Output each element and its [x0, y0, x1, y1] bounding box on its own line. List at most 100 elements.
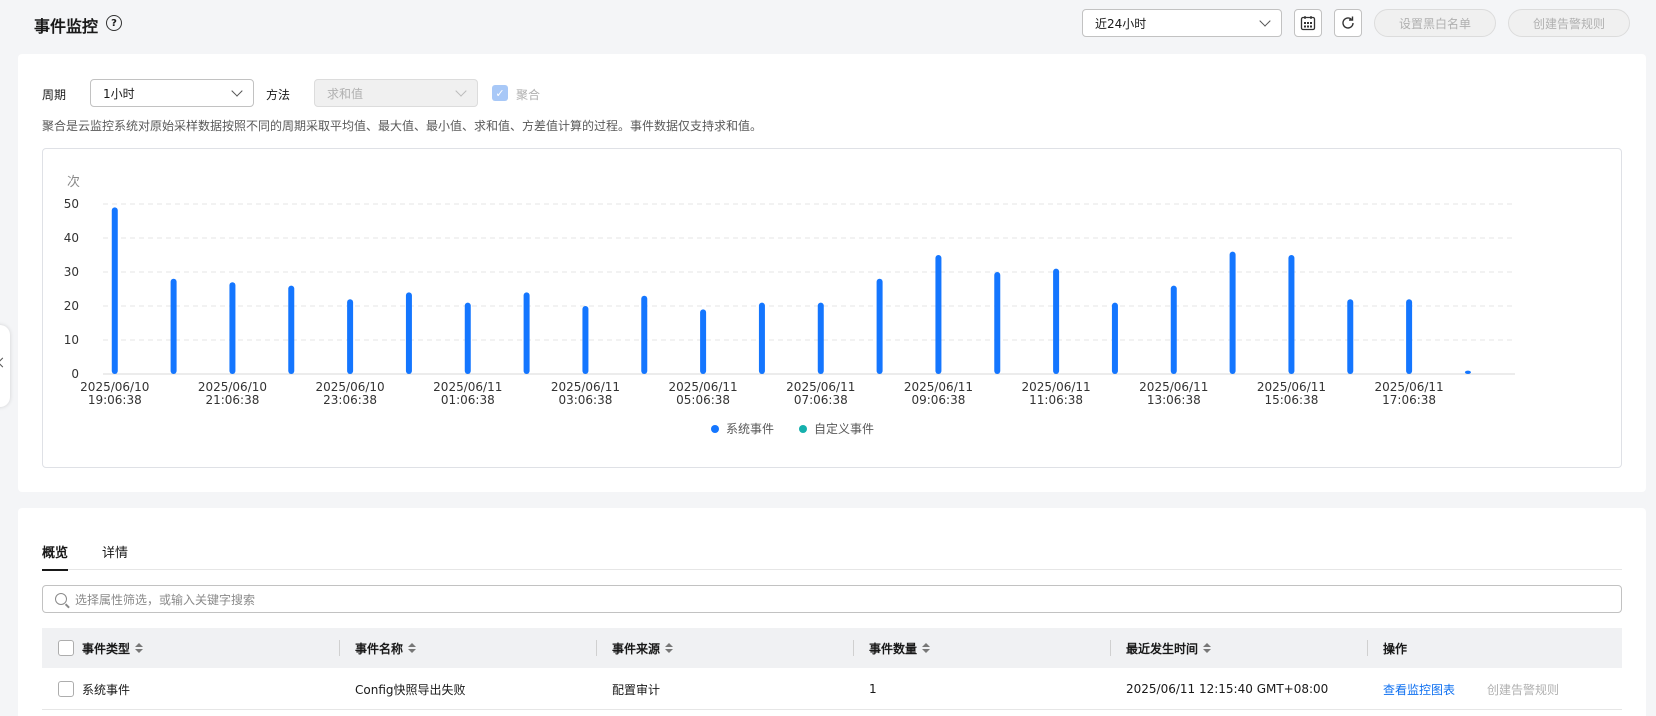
- column-header-label: 操作: [1383, 641, 1408, 656]
- calendar-button[interactable]: [1294, 9, 1322, 37]
- bar: [758, 302, 765, 374]
- x-tick-label: 2025/06/11 05:06:38: [669, 380, 738, 407]
- chevron-left-icon: [0, 357, 8, 368]
- bar: [523, 292, 530, 374]
- bar: [229, 282, 236, 374]
- y-tick-label: 30: [64, 265, 79, 279]
- sidebar-toggle[interactable]: [0, 325, 10, 407]
- bar: [1406, 299, 1413, 374]
- column-header-label: 事件数量: [869, 641, 918, 656]
- bar: [935, 255, 942, 374]
- row-checkbox[interactable]: [58, 681, 74, 697]
- column-divider: [853, 640, 854, 656]
- top-bar: 事件监控 ? 近24小时 设置黑白名单 创建告警规则: [0, 0, 1656, 48]
- tab-overview[interactable]: 概览: [42, 542, 69, 571]
- bar: [1288, 255, 1295, 374]
- event-chart: 次 0 10 20 30 40 50 2025/06/10 19:06:38 2025/06/10…: [42, 148, 1622, 468]
- page-title: 事件监控: [34, 17, 99, 36]
- bar: [288, 285, 295, 374]
- column-divider: [1110, 640, 1111, 656]
- method-value: 求和值: [327, 86, 364, 101]
- chevron-down-icon: [455, 85, 467, 97]
- time-range-select[interactable]: 近24小时: [1082, 9, 1282, 37]
- create-alarm-link[interactable]: 创建告警规则: [1487, 668, 1559, 710]
- tab-bar: 概览 详情: [42, 542, 1622, 571]
- bar: [700, 309, 707, 374]
- table-row: 系统事件 Config快照导出失败 配置审计 1 2025/06/11 12:1…: [42, 668, 1622, 710]
- cell-time: 2025/06/11 12:15:40 GMT+08:00: [1126, 682, 1329, 696]
- select-all-checkbox[interactable]: [58, 640, 74, 656]
- tab-details[interactable]: 详情: [102, 542, 128, 569]
- sort-icon[interactable]: [135, 643, 144, 653]
- search-icon: [55, 593, 67, 605]
- chevron-down-icon: [231, 85, 243, 97]
- y-tick-label: 20: [64, 299, 79, 313]
- check-icon: ✓: [495, 86, 505, 100]
- period-select[interactable]: 1小时: [90, 79, 254, 107]
- x-tick-label: 2025/06/11 07:06:38: [786, 380, 855, 407]
- aggregate-checkbox[interactable]: ✓: [492, 85, 508, 101]
- method-label: 方法: [266, 88, 291, 102]
- period-value: 1小时: [103, 86, 135, 101]
- sort-icon[interactable]: [922, 643, 931, 653]
- y-tick-label: 0: [71, 367, 79, 381]
- blacklist-button[interactable]: 设置黑白名单: [1374, 9, 1496, 37]
- column-header-count[interactable]: 事件数量: [869, 628, 931, 668]
- view-chart-link[interactable]: 查看监控图表: [1383, 668, 1455, 710]
- legend-label: 系统事件: [726, 422, 774, 436]
- y-tick-label: 10: [64, 333, 79, 347]
- legend-marker: [711, 425, 719, 433]
- column-divider: [1367, 640, 1368, 656]
- x-tick-label: 2025/06/11 01:06:38: [433, 380, 502, 407]
- bar: [347, 299, 354, 374]
- x-tick-label: 2025/06/10 19:06:38: [80, 380, 149, 407]
- create-alarm-rule-button[interactable]: 创建告警规则: [1508, 9, 1630, 37]
- column-header-name[interactable]: 事件名称: [355, 628, 417, 668]
- column-header-time[interactable]: 最近发生时间: [1126, 628, 1212, 668]
- y-axis-label: 次: [67, 174, 80, 190]
- column-header-actions: 操作: [1383, 628, 1407, 668]
- refresh-button[interactable]: [1334, 9, 1362, 37]
- column-divider: [596, 640, 597, 656]
- aggregate-hint: 聚合是云监控系统对原始采样数据按照不同的周期采取平均值、最大值、最小值、求和值、…: [42, 119, 763, 133]
- y-tick-label: 40: [64, 231, 79, 245]
- x-tick-label: 2025/06/11 13:06:38: [1139, 380, 1208, 407]
- cell-source: 配置审计: [612, 682, 661, 697]
- help-icon[interactable]: ?: [106, 15, 122, 31]
- cell-type: 系统事件: [82, 682, 131, 697]
- x-tick-label: 2025/06/10 21:06:38: [198, 380, 267, 407]
- search-input[interactable]: 选择属性筛选，或输入关键字搜索: [42, 585, 1622, 613]
- cell-count: 1: [869, 682, 877, 696]
- x-tick-label: 2025/06/11 15:06:38: [1257, 380, 1326, 407]
- table-card: 概览 详情 选择属性筛选，或输入关键字搜索 事件类型 事件名称 事件来源 事件数…: [18, 508, 1646, 716]
- column-header-source[interactable]: 事件来源: [612, 628, 674, 668]
- bar-chart: 次 0 10 20 30 40 50 2025/06/10 19:06:38 2025/06/10…: [64, 174, 1515, 436]
- x-tick-label: 2025/06/11 03:06:38: [551, 380, 620, 407]
- chevron-down-icon: [1259, 15, 1271, 27]
- bar: [876, 278, 883, 374]
- period-label: 周期: [42, 88, 67, 102]
- bar: [1170, 285, 1177, 374]
- bar: [1229, 251, 1236, 374]
- method-select[interactable]: 求和值: [314, 79, 478, 107]
- sort-icon[interactable]: [408, 643, 417, 653]
- bar: [641, 295, 648, 374]
- chart-card: 周期 1小时 方法 求和值 ✓ 聚合 聚合是云监控系统对原始采样数据按照不同的周…: [18, 54, 1646, 492]
- column-header-label: 最近发生时间: [1126, 641, 1199, 656]
- column-header-label: 事件类型: [82, 641, 131, 656]
- column-header-type[interactable]: 事件类型: [82, 628, 144, 668]
- column-header-label: 事件来源: [612, 641, 661, 656]
- bar: [405, 292, 412, 374]
- table-header: 事件类型 事件名称 事件来源 事件数量 最近发生时间 操作: [42, 628, 1622, 668]
- sort-icon[interactable]: [1203, 643, 1212, 653]
- bar: [170, 278, 177, 374]
- legend-label: 自定义事件: [814, 421, 874, 436]
- x-tick-label: 2025/06/11 09:06:38: [904, 380, 973, 407]
- refresh-icon: [1342, 16, 1354, 29]
- cell-name: Config快照导出失败: [355, 682, 466, 697]
- bar: [817, 302, 824, 374]
- bar: [1053, 268, 1060, 374]
- sort-icon[interactable]: [665, 643, 674, 653]
- search-placeholder: 选择属性筛选，或输入关键字搜索: [75, 592, 256, 607]
- bar: [111, 207, 118, 374]
